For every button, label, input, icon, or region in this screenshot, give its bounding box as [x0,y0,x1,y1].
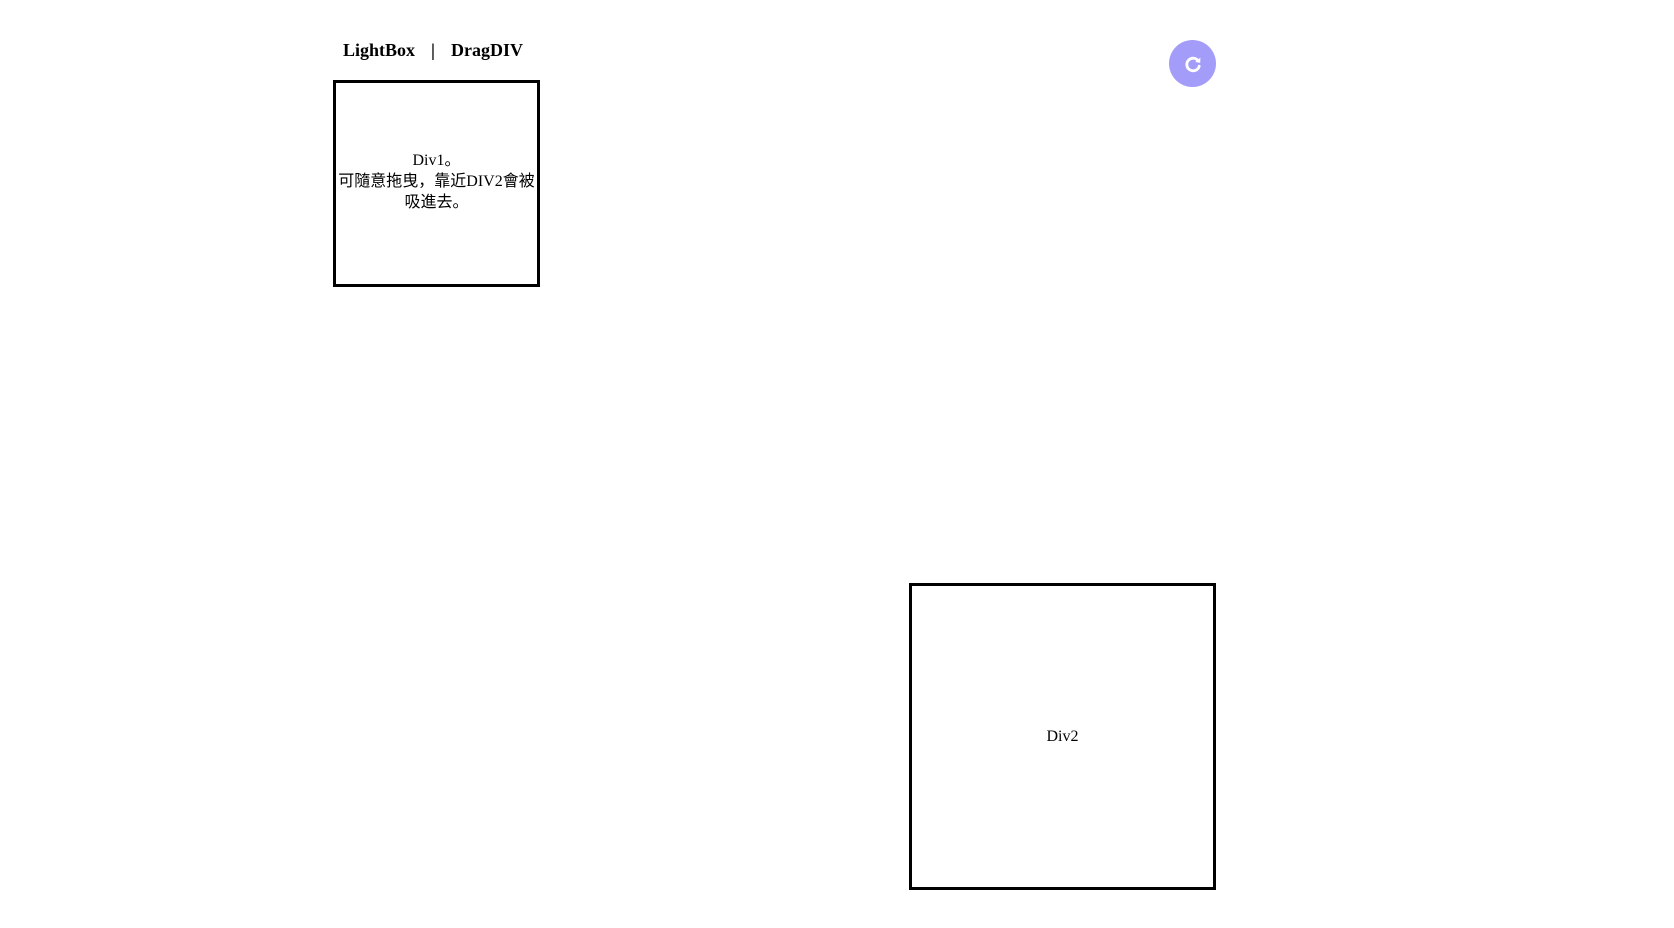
top-nav: LightBox | DragDIV [343,38,523,62]
draggable-div1[interactable]: Div1。 可隨意拖曳，靠近DIV2會被 吸進去。 [333,80,540,287]
reset-button[interactable] [1169,40,1216,87]
drop-target-div2: Div2 [909,583,1216,890]
div1-line1: Div1。 [412,152,461,169]
lightbox-link[interactable]: LightBox [343,40,415,61]
div1-text: Div1。 可隨意拖曳，靠近DIV2會被 吸進去。 [336,150,536,213]
div2-label: Div2 [1046,728,1079,745]
nav-separator: | [431,39,435,60]
refresh-icon [1183,54,1203,74]
dragdiv-link[interactable]: DragDIV [451,40,523,61]
div1-line3: 吸進去。 [404,194,469,211]
div1-line2: 可隨意拖曳，靠近DIV2會被 [338,173,535,190]
